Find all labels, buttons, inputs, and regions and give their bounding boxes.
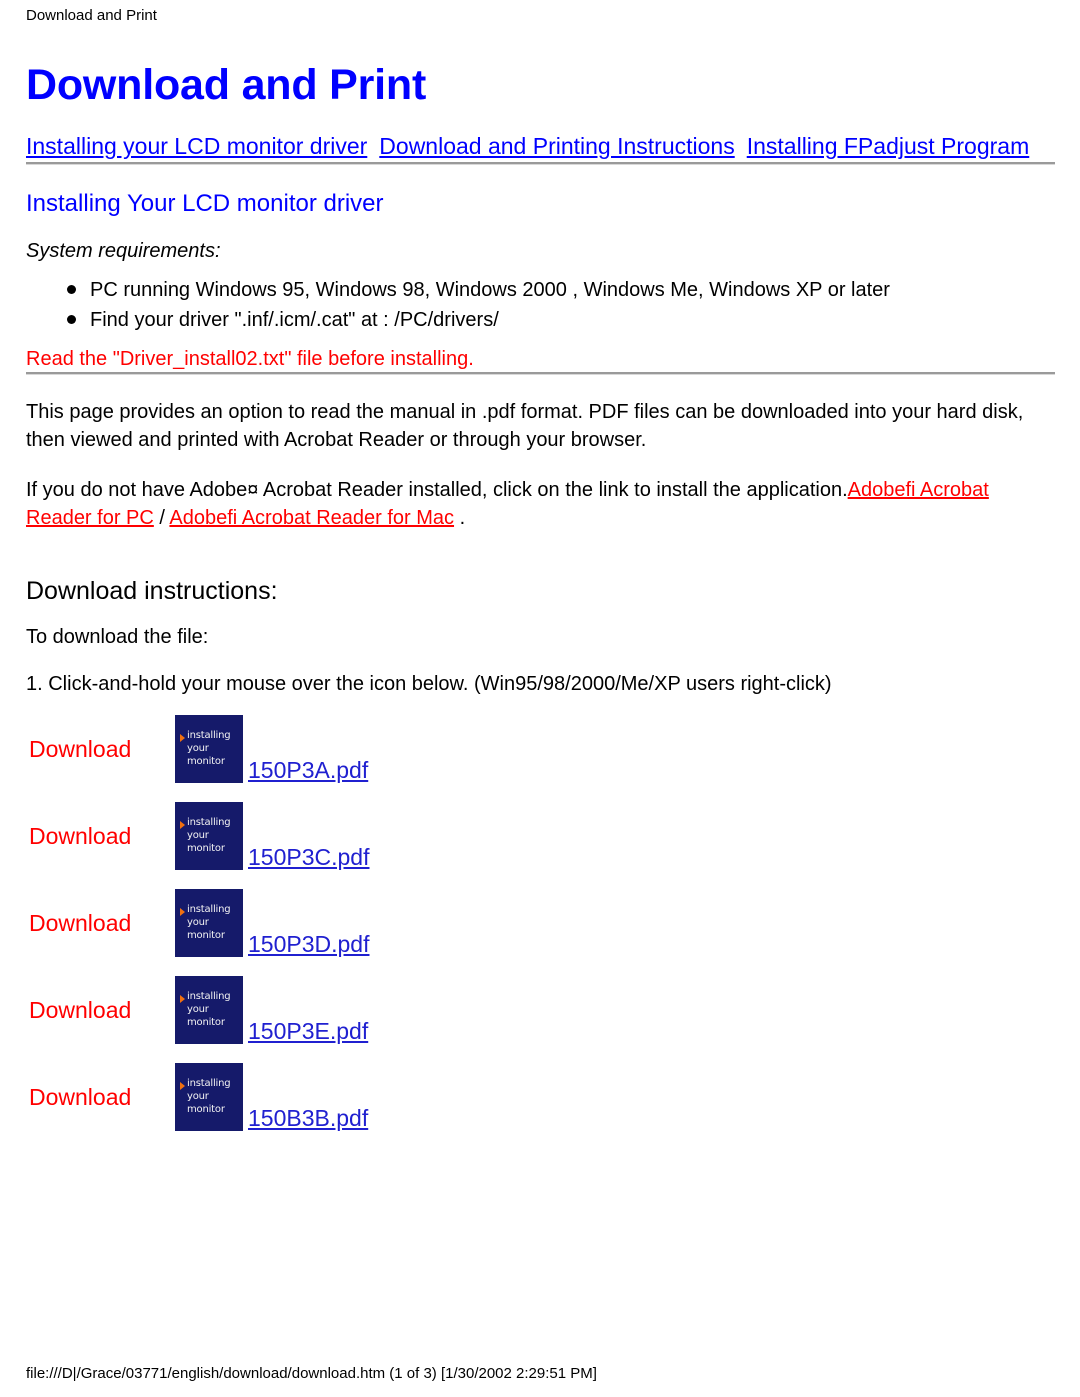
nav-link-installing-driver[interactable]: Installing your LCD monitor driver: [26, 133, 367, 159]
download-label[interactable]: Download: [29, 822, 131, 850]
download-file-link[interactable]: 150P3A.pdf: [248, 757, 368, 783]
icon-caption-line2: monitor: [187, 1017, 225, 1028]
icon-caption-line1: installing your: [187, 904, 231, 928]
icon-caption-line1: installing your: [187, 730, 231, 754]
icon-caption-line1: installing your: [187, 817, 231, 841]
download-label[interactable]: Download: [29, 909, 131, 937]
bullet-icon: [67, 315, 76, 324]
requirement-text: Find your driver ".inf/.icm/.cat" at : /…: [90, 309, 499, 331]
icon-caption: installing your monitor: [187, 729, 243, 768]
download-row: Download installing your monitor 150P3A.…: [26, 715, 1056, 802]
download-row: Download installing your monitor 150B3B.…: [26, 1063, 1056, 1150]
nav-links: Installing your LCD monitor driver Downlo…: [26, 131, 1056, 162]
download-file-link-wrap: 150P3D.pdf: [248, 930, 369, 958]
driver-warning-text: Read the "Driver_install02.txt" file bef…: [26, 348, 474, 370]
status-bar-path: file:///D|/Grace/03771/english/download/…: [26, 1365, 597, 1382]
icon-caption: installing your monitor: [187, 816, 243, 855]
download-file-link-wrap: 150P3C.pdf: [248, 843, 369, 871]
system-requirements-label: System requirements:: [26, 240, 221, 262]
acrobat-paragraph-suffix: .: [454, 507, 466, 529]
page-title: Download and Print: [26, 61, 427, 109]
download-instructions-heading: Download instructions:: [26, 577, 278, 605]
icon-caption-line2: monitor: [187, 756, 225, 767]
icon-caption: installing your monitor: [187, 903, 243, 942]
installing-your-monitor-icon[interactable]: installing your monitor: [175, 889, 243, 957]
link-acrobat-reader-mac[interactable]: Adobefi Acrobat Reader for Mac: [169, 507, 454, 529]
requirement-text: PC running Windows 95, Windows 98, Windo…: [90, 279, 890, 301]
nav-link-download-printing[interactable]: Download and Printing Instructions: [379, 133, 734, 159]
download-file-link[interactable]: 150B3B.pdf: [248, 1105, 368, 1131]
icon-caption-line1: installing your: [187, 991, 231, 1015]
bullet-icon: [67, 285, 76, 294]
list-item: Find your driver ".inf/.icm/.cat" at : /…: [26, 305, 1056, 335]
section-heading-driver: Installing Your LCD monitor driver: [26, 190, 384, 217]
arrow-right-icon: [180, 908, 185, 916]
download-step-1: 1. Click-and-hold your mouse over the ic…: [26, 673, 832, 695]
icon-caption-line1: installing your: [187, 1078, 231, 1102]
list-item: PC running Windows 95, Windows 98, Windo…: [26, 275, 1056, 305]
download-label[interactable]: Download: [29, 996, 131, 1024]
arrow-right-icon: [180, 1082, 185, 1090]
download-file-link[interactable]: 150P3D.pdf: [248, 931, 369, 957]
download-row: Download installing your monitor 150P3E.…: [26, 976, 1056, 1063]
running-header: Download and Print: [26, 7, 157, 24]
icon-caption-line2: monitor: [187, 930, 225, 941]
link-separator: /: [153, 507, 170, 529]
icon-caption-line2: monitor: [187, 843, 225, 854]
main-content: Download and Print Installing your LCD m…: [26, 60, 1056, 1150]
download-row: Download installing your monitor 150P3C.…: [26, 802, 1056, 889]
icon-caption: installing your monitor: [187, 990, 243, 1029]
download-label[interactable]: Download: [29, 1083, 131, 1111]
installing-your-monitor-icon[interactable]: installing your monitor: [175, 1063, 243, 1131]
download-row: Download installing your monitor 150P3D.…: [26, 889, 1056, 976]
arrow-right-icon: [180, 821, 185, 829]
icon-caption: installing your monitor: [187, 1077, 243, 1116]
arrow-right-icon: [180, 734, 185, 742]
installing-your-monitor-icon[interactable]: installing your monitor: [175, 976, 243, 1044]
download-file-link[interactable]: 150P3E.pdf: [248, 1018, 368, 1044]
pdf-intro-paragraph: This page provides an option to read the…: [26, 401, 1024, 451]
download-file-link[interactable]: 150P3C.pdf: [248, 844, 369, 870]
icon-caption-line2: monitor: [187, 1104, 225, 1115]
download-file-link-wrap: 150B3B.pdf: [248, 1104, 368, 1132]
installing-your-monitor-icon[interactable]: installing your monitor: [175, 802, 243, 870]
installing-your-monitor-icon[interactable]: installing your monitor: [175, 715, 243, 783]
download-intro-text: To download the file:: [26, 626, 209, 648]
acrobat-paragraph-prefix: If you do not have Adobe¤ Acrobat Reader…: [26, 479, 848, 501]
requirements-list: PC running Windows 95, Windows 98, Windo…: [26, 263, 1056, 335]
page-root: Download and Print Download and Print In…: [0, 0, 1080, 1397]
download-label[interactable]: Download: [29, 735, 131, 763]
download-file-link-wrap: 150P3E.pdf: [248, 1017, 368, 1045]
download-file-link-wrap: 150P3A.pdf: [248, 756, 368, 784]
acrobat-paragraph: If you do not have Adobe¤ Acrobat Reader…: [26, 454, 1056, 532]
nav-link-fpadjust[interactable]: Installing FPadjust Program: [747, 133, 1030, 159]
download-rows: Download installing your monitor 150P3A.…: [26, 697, 1056, 1150]
arrow-right-icon: [180, 995, 185, 1003]
